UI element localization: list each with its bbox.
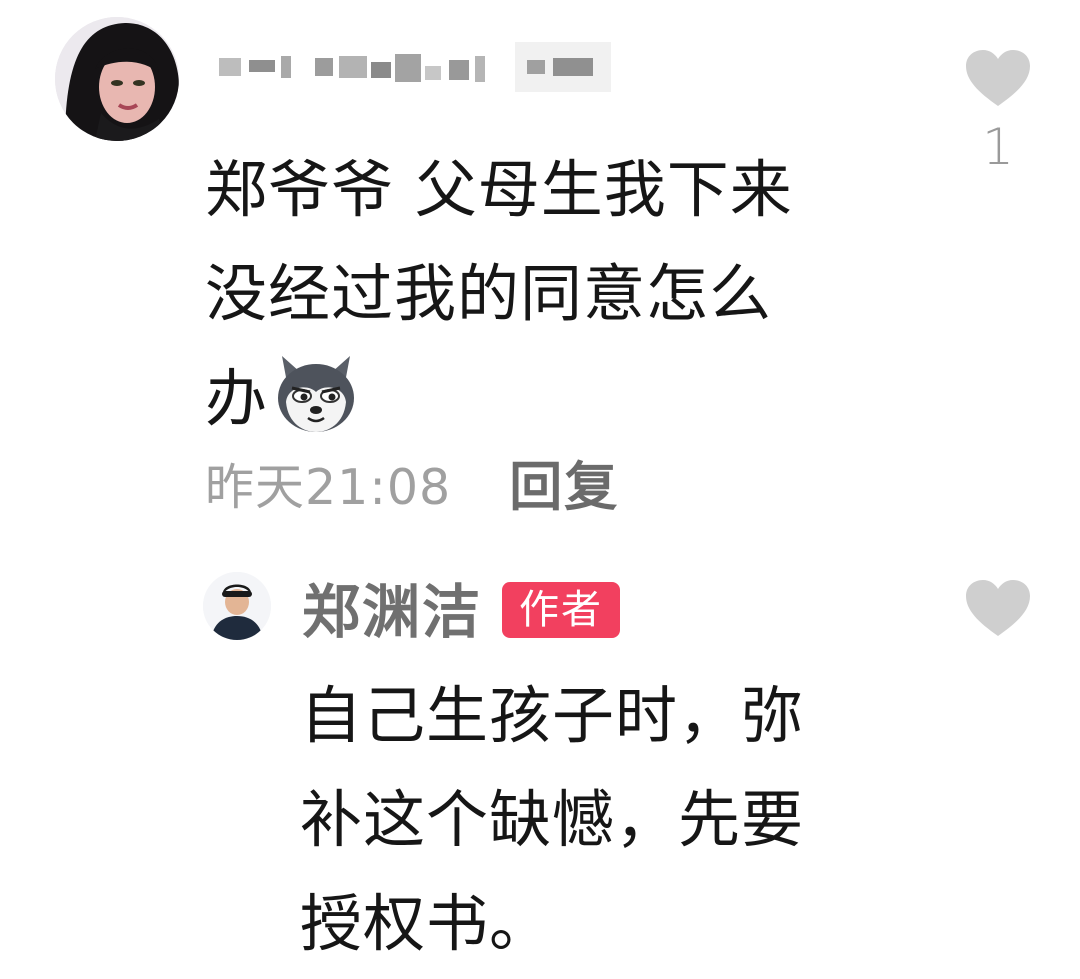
comment-body: 郑爷爷 父母生我下来 没经过我的同意怎么 办: [205, 138, 925, 451]
author-badge: 作者: [502, 582, 620, 638]
comment-meta: 昨天21:08 回复: [205, 448, 619, 518]
reply-body: 自己生孩子时，弥 补这个缺憾，先要 授权书。: [300, 679, 805, 960]
heart-icon: [966, 580, 1030, 636]
author-username[interactable]: 郑渊洁: [302, 574, 482, 650]
commenter-avatar[interactable]: [55, 17, 179, 141]
heart-icon: [966, 50, 1030, 106]
reply-button[interactable]: 回复: [509, 445, 619, 521]
commenter-username-blurred[interactable]: [215, 42, 613, 96]
reply-like-button[interactable]: [964, 578, 1032, 638]
author-avatar[interactable]: [203, 572, 271, 640]
comment-like-count: 1: [982, 118, 1014, 176]
comment-timestamp: 昨天21:08: [205, 458, 452, 516]
comment-like-button[interactable]: [964, 48, 1032, 108]
husky-dog-emoji-icon: [270, 346, 362, 438]
